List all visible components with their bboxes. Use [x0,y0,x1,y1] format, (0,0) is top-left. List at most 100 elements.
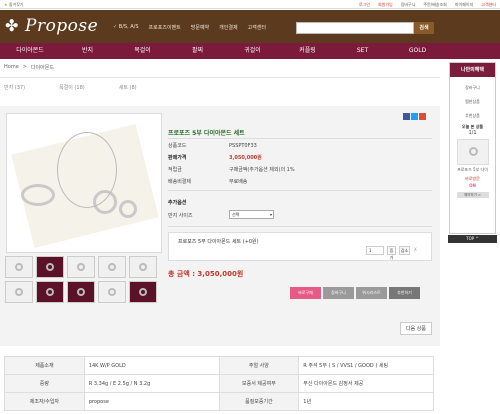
facebook-icon[interactable] [403,113,410,120]
info-key: 적립금 [168,167,182,173]
cart-link[interactable]: 장바구니 [401,2,416,8]
total-amount: 총 금액 : 3,050,000원 [168,270,244,278]
action-buttons: 바로구매 장바구니 위시리스트 추천하기 [290,287,420,299]
spec-key: 중량 [4,374,85,393]
info-value: PSSPT0F33 [229,143,257,149]
thumbnail[interactable] [67,281,95,303]
spec-value: R 3.34g / E 2.5g / N 3.2g [83,374,220,393]
recommend-button[interactable]: 추천하기 [389,287,420,299]
spec-table: 제품소재 14K W/P GOLD 주얼 사양 R 주석 5부 ( S / VV… [4,356,434,411]
check-icon: ✓ [113,24,118,30]
remove-option-button[interactable]: X [414,247,417,252]
divider [168,138,432,139]
nav-event[interactable]: 프로포즈이벤트 [149,24,181,31]
jewel-shape [46,263,54,271]
nav-payment[interactable]: 개인결제 [219,24,237,31]
sub-tab-set[interactable]: 세트 (8) [119,84,137,91]
recent-item-name[interactable]: 프로포즈 5부 다이 [450,167,495,172]
category-diamond[interactable]: 다이아몬드 [0,43,60,59]
selected-option-box: 프로포즈 5부 다이아몬드 세트 (+0원) 1 증가 감소 X [168,232,432,261]
thumbnail[interactable] [5,256,33,278]
quantity-increase-button[interactable]: 증가 [387,246,396,260]
breadcrumb-current[interactable]: 다이아몬드 [31,64,54,71]
logo[interactable]: ✤ Propose [5,16,115,36]
favorite-link[interactable]: ★ 즐겨찾기 [4,2,24,8]
product-title: 프로포즈 5부 다이아몬드 세트 [168,130,245,137]
sidebar-pager: 1/1 [468,130,477,136]
thumbnail[interactable] [98,281,126,303]
search-input[interactable] [296,22,414,34]
add-to-cart-button[interactable]: 장바구니 [323,287,354,299]
buy-now-button[interactable]: 바로구매 [290,287,321,299]
jewel-shape [77,288,85,296]
category-necklace[interactable]: 목걸이 [115,43,170,59]
sidebar-header: 나만의혜택 [450,63,495,77]
info-key: 판매가격 [168,155,187,161]
category-ring[interactable]: 반지 [60,43,115,59]
quantity-field[interactable]: 1 [366,246,384,255]
info-key: 상품코드 [168,143,187,149]
google-plus-icon[interactable] [419,113,426,120]
scroll-top-button[interactable]: TOP ^ [448,235,497,243]
sidebar-item-recommend[interactable]: 추천상품 [450,113,495,119]
header: ✤ Propose ✓ B/S, A/S 프로포즈이벤트 방문예약 개인결제 고… [0,10,500,43]
mypage-link[interactable]: 마이페이지 [455,2,473,8]
nav-bs-as[interactable]: ✓ B/S, A/S [113,24,139,31]
spec-value: 부신 다이아몬드 감정서 제공 [298,374,434,393]
thumbnail[interactable] [98,256,126,278]
jewel-shape [15,263,23,271]
spec-value: propose [83,392,220,411]
jewel-shape [77,263,85,271]
star-icon: ★ [4,2,8,7]
nav-support[interactable]: 고객센터 [248,24,266,31]
signup-link[interactable]: 회원가입 [378,2,393,8]
jewel-shape [468,147,478,156]
top-bar: ★ 즐겨찾기 로그인 회원가입 장바구니 주문/배송조회 마이페이지 고객센터 [0,0,500,9]
spec-key: 주얼 사양 [218,356,300,375]
jewel-shape [139,288,147,296]
reservation-label: 바로방문 [465,176,480,181]
order-link[interactable]: 주문/배송조회 [423,2,446,8]
thumbnail[interactable] [67,256,95,278]
breadcrumb: Home > 다이아몬드 [4,64,54,71]
category-couple-ring[interactable]: 커플링 [280,43,335,59]
breadcrumb-separator: > [22,64,27,70]
category-set[interactable]: SET [335,43,390,59]
thumbnail[interactable] [36,281,64,303]
social-share [403,113,426,120]
info-key: 배송비결제 [168,179,192,185]
login-link[interactable]: 로그인 [359,2,370,8]
thumbnail[interactable] [129,281,157,303]
info-row: 판매가격 3,050,000원 [168,152,318,164]
category-earring[interactable]: 귀걸이 [225,43,280,59]
spec-value: 1년 [298,392,434,411]
thumbnail[interactable] [129,256,157,278]
ring-size-select[interactable]: 선택 ▾ [229,210,274,219]
header-nav: ✓ B/S, A/S 프로포즈이벤트 방문예약 개인결제 고객센터 [113,24,266,31]
spec-value: 14K W/P GOLD [83,356,220,375]
reserve-button[interactable]: 예약하기 > [456,192,489,198]
nav-visit[interactable]: 방문예약 [191,24,209,31]
wishlist-button[interactable]: 위시리스트 [356,287,387,299]
next-product-button[interactable]: 다음 상품 [400,322,432,335]
sub-tab-ring[interactable]: 반지 (37) [4,84,25,91]
category-gold[interactable]: GOLD [390,43,445,59]
sidebar-item-wishlist[interactable]: 찜한상품 [450,99,495,105]
on-badge: ON [459,183,486,189]
breadcrumb-home[interactable]: Home [4,64,19,71]
ring-shape [21,184,55,206]
jewel-shape [46,288,54,296]
recent-item-image[interactable] [456,139,489,165]
twitter-icon[interactable] [411,113,418,120]
thumbnail[interactable] [36,256,64,278]
category-bracelet[interactable]: 팔찌 [170,43,225,59]
search-button[interactable]: 검색 [414,22,434,34]
thumbnail[interactable] [5,281,33,303]
table-row: 제조자/수입자 propose 품질보증기간 1년 [4,392,434,411]
sub-tab-necklace[interactable]: 목걸이 (18) [59,84,85,91]
support-link[interactable]: 고객센터 [481,2,496,8]
product-main-image[interactable] [6,113,162,253]
quantity-decrease-button[interactable]: 감소 [399,246,410,255]
jewel-shape [108,288,116,296]
sidebar-item-cart[interactable]: 장바구니 [450,85,495,91]
